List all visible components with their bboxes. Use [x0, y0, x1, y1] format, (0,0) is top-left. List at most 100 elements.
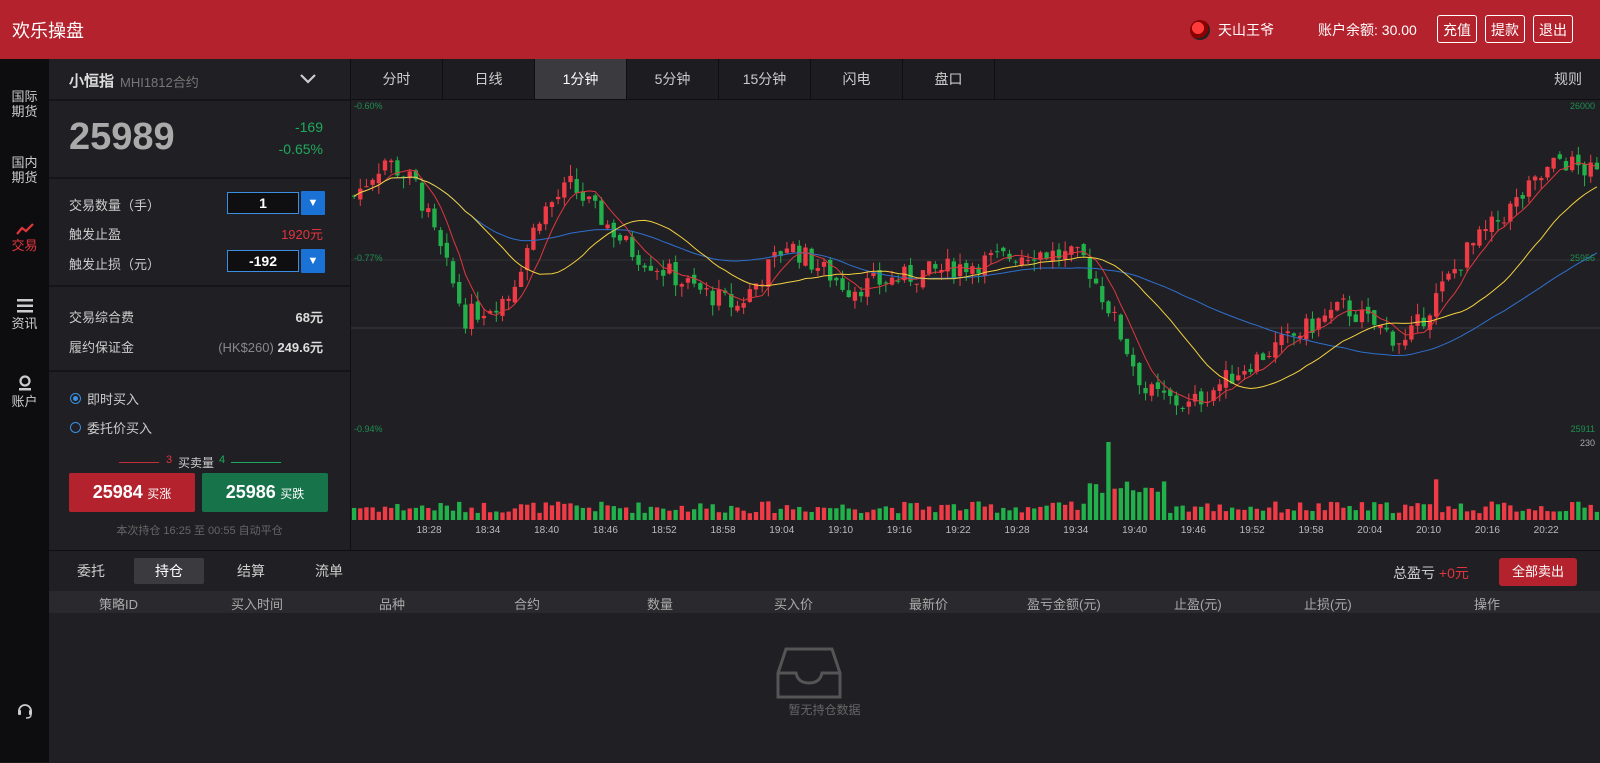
- candle-body: [1285, 331, 1290, 334]
- candle-body: [370, 179, 375, 185]
- margin-hk: (HK$260): [218, 340, 274, 355]
- logout-button[interactable]: 退出: [1533, 15, 1573, 43]
- volume-bar: [1100, 492, 1105, 520]
- empty-inbox-icon: [776, 647, 842, 699]
- volume-bar: [1489, 501, 1494, 520]
- candle-body: [964, 263, 969, 273]
- volume-bar: [1025, 507, 1031, 520]
- volume-bar: [716, 512, 722, 520]
- margin-value: 249.6元: [277, 340, 323, 355]
- volume-bar: [481, 502, 487, 520]
- volume-bar: [1223, 511, 1229, 520]
- nav-intl-futures[interactable]: 国际 期货: [0, 89, 49, 119]
- candle-body: [623, 236, 629, 240]
- nav-account[interactable]: 账户: [0, 375, 49, 409]
- volume-bar: [1143, 487, 1148, 520]
- volume-bar: [957, 510, 963, 520]
- x-tick-label: 19:34: [1063, 525, 1088, 536]
- support-button[interactable]: [0, 701, 49, 722]
- candle-body: [1520, 195, 1525, 199]
- fee-value: 68元: [295, 310, 323, 325]
- candle-body: [1483, 229, 1488, 232]
- candle-body: [605, 224, 610, 229]
- qty-input[interactable]: [227, 192, 299, 214]
- depth-bar-left: [119, 462, 159, 463]
- volume-bar: [389, 507, 394, 520]
- tab-flow[interactable]: 流单: [307, 558, 351, 584]
- candle-body: [1532, 176, 1538, 181]
- volume-bar: [1458, 503, 1464, 520]
- tab-orders[interactable]: 委托: [69, 558, 113, 584]
- volume-bar: [419, 505, 425, 520]
- sell-all-button[interactable]: 全部卖出: [1499, 558, 1577, 586]
- candle-body: [1452, 269, 1457, 274]
- candle-body: [1335, 302, 1340, 311]
- volume-bar: [760, 501, 765, 520]
- volume-bar: [1161, 481, 1167, 520]
- candle-body: [1471, 243, 1476, 246]
- radio-instant-buy[interactable]: [70, 393, 81, 404]
- volume-bar: [1192, 506, 1198, 520]
- volume-bar: [1260, 510, 1266, 520]
- volume-bar: [555, 501, 561, 520]
- buy-up-button[interactable]: 25984 买涨: [69, 473, 195, 512]
- candle-body: [957, 264, 963, 277]
- candle-body: [1440, 281, 1445, 292]
- x-tick-label: 18:28: [416, 525, 441, 536]
- col-product: 品种: [379, 597, 406, 612]
- nav-domestic-futures[interactable]: 国内 期货: [0, 155, 49, 185]
- tab-1min[interactable]: 1分钟: [535, 59, 627, 99]
- candle-body: [1100, 286, 1105, 303]
- qty-dropdown-button[interactable]: ▼: [301, 191, 325, 215]
- tab-daily[interactable]: 日线: [443, 59, 535, 99]
- candle-body: [970, 266, 975, 274]
- radio-limit-buy[interactable]: [70, 422, 81, 433]
- volume-bar: [376, 511, 381, 520]
- chevron-down-icon[interactable]: [299, 73, 317, 85]
- volume-bar: [1353, 510, 1358, 520]
- volume-bar: [1267, 507, 1272, 520]
- tab-settlement[interactable]: 结算: [229, 558, 273, 584]
- candle-body: [858, 291, 864, 297]
- nav-label: 账户: [11, 394, 38, 409]
- ma-line-mid: [353, 176, 1598, 390]
- volume-bar: [1124, 481, 1130, 520]
- volume-bar: [1396, 512, 1402, 520]
- user-info[interactable]: 天山王爷: [1190, 19, 1274, 41]
- tab-positions[interactable]: 持仓: [134, 558, 204, 584]
- stop-loss-input[interactable]: [227, 250, 299, 272]
- candle-body: [834, 277, 839, 281]
- buy-down-button[interactable]: 25986 买跌: [202, 473, 328, 512]
- volume-bar: [1186, 511, 1191, 520]
- recharge-button[interactable]: 充值: [1437, 15, 1477, 43]
- volume-bar: [1384, 502, 1389, 520]
- stop-loss-dropdown-button[interactable]: ▼: [301, 249, 325, 273]
- nav-trade[interactable]: 交易: [0, 223, 49, 253]
- volume-bar: [1539, 506, 1544, 520]
- volume-bar: [809, 512, 814, 520]
- volume-bar: [1093, 484, 1099, 520]
- tab-timeshare[interactable]: 分时: [351, 59, 443, 99]
- tab-flash[interactable]: 闪电: [811, 59, 903, 99]
- volume-bar: [450, 510, 456, 520]
- volume-bar: [1390, 513, 1396, 520]
- candle-body: [1013, 261, 1018, 263]
- candle-body: [1260, 353, 1266, 360]
- volume-bar: [834, 508, 839, 520]
- nav-news[interactable]: 资讯: [0, 299, 49, 331]
- volume-bar: [407, 508, 412, 520]
- rules-link[interactable]: 规则: [1554, 59, 1582, 99]
- tab-15min[interactable]: 15分钟: [719, 59, 811, 99]
- balance-label: 账户余额:: [1318, 22, 1378, 38]
- volume-bar: [784, 505, 790, 520]
- candle-body: [803, 247, 808, 266]
- candle-body: [630, 236, 635, 257]
- volume-bar: [1477, 513, 1482, 520]
- volume-bar: [858, 513, 864, 520]
- withdraw-button[interactable]: 提款: [1485, 15, 1525, 43]
- volume-bar: [1557, 511, 1562, 520]
- tab-orderbook[interactable]: 盘口: [903, 59, 995, 99]
- volume-bar: [722, 512, 728, 520]
- tab-5min[interactable]: 5分钟: [627, 59, 719, 99]
- candle-body: [444, 242, 450, 258]
